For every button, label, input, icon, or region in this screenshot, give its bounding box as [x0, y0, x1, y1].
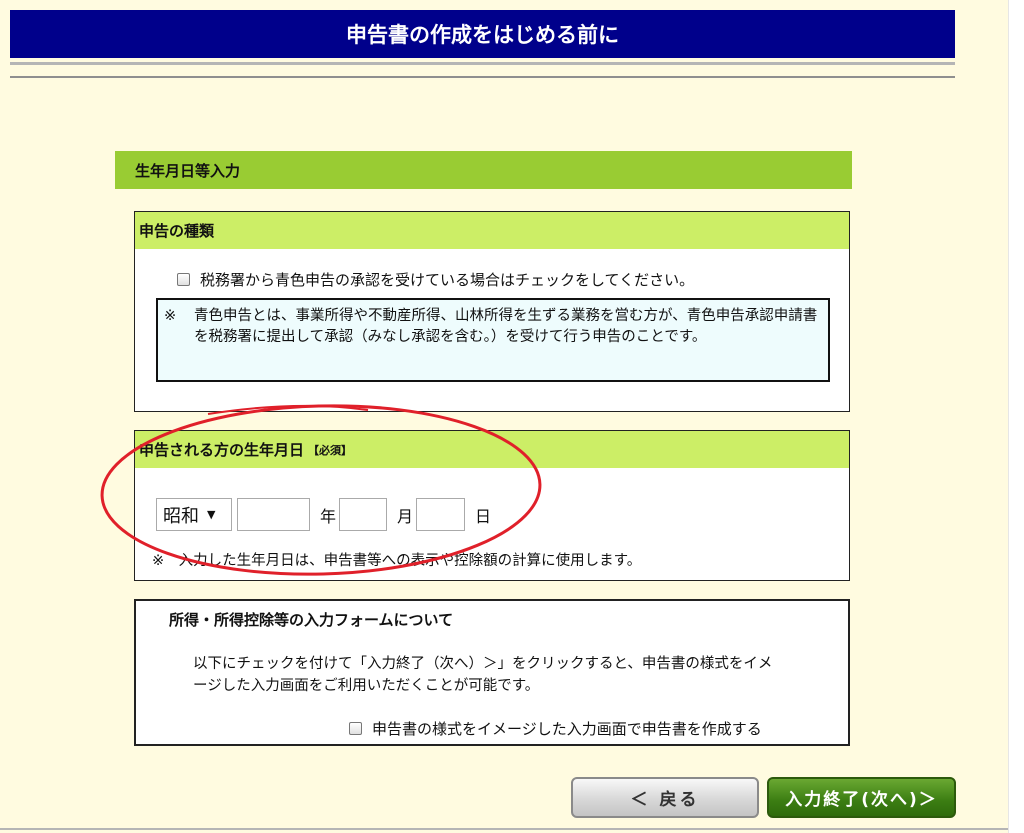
image-form-checkbox[interactable] — [349, 722, 362, 735]
birthdate-heading: 申告される方の生年月日 【必須】 — [135, 431, 849, 468]
blue-return-note-text: 青色申告とは、事業所得や不動産所得、山林所得を生ずる業務を営む方が、青色申告承認… — [194, 308, 818, 345]
page-title-text: 申告書の作成をはじめる前に — [346, 23, 619, 47]
month-input[interactable] — [339, 498, 387, 531]
year-input[interactable] — [237, 498, 310, 531]
vertical-scrollbar[interactable] — [1008, 0, 1024, 833]
image-form-checkbox-row[interactable]: 申告書の様式をイメージした入力画面で申告書を作成する — [349, 718, 762, 739]
input-form-title: 所得・所得控除等の入力フォームについて — [169, 611, 454, 629]
input-form-panel: 所得・所得控除等の入力フォームについて 以下にチェックを付けて「入力終了（次へ）… — [134, 599, 850, 746]
back-button[interactable]: ＜ 戻る — [571, 777, 759, 818]
day-input[interactable] — [416, 498, 465, 531]
input-form-description: 以下にチェックを付けて「入力終了（次へ）＞」をクリックすると、申告書の様式をイメ… — [193, 656, 773, 694]
era-select[interactable]: 昭和 ▼ — [156, 498, 232, 531]
birthdate-panel: 申告される方の生年月日 【必須】 昭和 ▼ 年 月 日 ※ 入力した生年月日は、… — [134, 430, 850, 581]
year-unit-label: 年 — [320, 507, 337, 526]
birthdate-note: ※ 入力した生年月日は、申告書等への表示や控除額の計算に使用します。 — [152, 553, 642, 569]
page-title: 申告書の作成をはじめる前に — [10, 10, 955, 58]
dropdown-arrow-icon: ▼ — [207, 508, 216, 521]
birthdate-heading-text: 申告される方の生年月日 — [139, 441, 305, 459]
footer-divider — [0, 828, 1008, 830]
image-form-checkbox-label: 申告書の様式をイメージした入力画面で申告書を作成する — [372, 720, 762, 738]
day-unit-label: 日 — [475, 507, 492, 526]
blue-return-checkbox-label: 税務署から青色申告の承認を受けている場合はチェックをしてください。 — [200, 271, 695, 289]
required-badge: 【必須】 — [308, 443, 353, 457]
next-button[interactable]: 入力終了(次へ)＞ — [767, 777, 956, 818]
month-unit-label: 月 — [397, 507, 414, 526]
declaration-type-heading: 申告の種類 — [135, 212, 849, 249]
blue-return-note: ※ 青色申告とは、事業所得や不動産所得、山林所得を生ずる業務を営む方が、青色申告… — [156, 298, 830, 382]
header-divider-lower — [10, 76, 955, 78]
blue-return-checkbox-row[interactable]: 税務署から青色申告の承認を受けている場合はチェックをしてください。 — [177, 269, 694, 290]
blue-return-checkbox[interactable] — [177, 273, 190, 286]
section-title: 生年月日等入力 — [115, 151, 852, 189]
declaration-type-panel: 申告の種類 税務署から青色申告の承認を受けている場合はチェックをしてください。 … — [134, 211, 850, 412]
header-divider — [10, 62, 955, 65]
note-mark: ※ — [164, 308, 177, 324]
era-select-value: 昭和 — [163, 505, 199, 527]
